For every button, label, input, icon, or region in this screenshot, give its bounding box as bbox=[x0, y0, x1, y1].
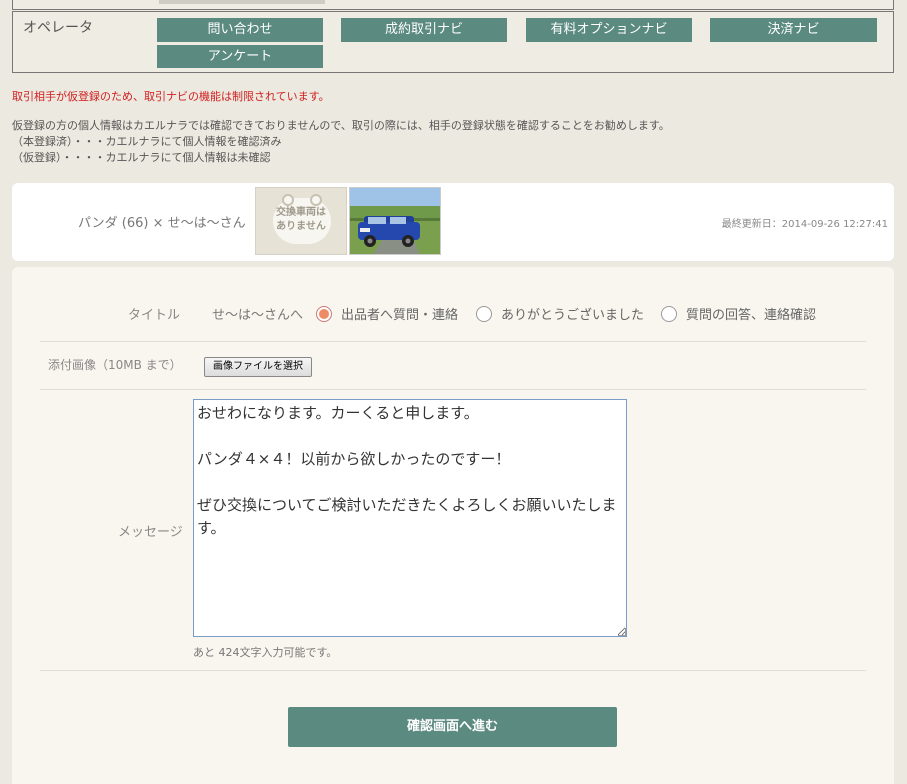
trade-title: パンダ (66) × せ〜は〜さん bbox=[78, 216, 246, 231]
placeholder-eye-right bbox=[310, 194, 322, 206]
textarea-resize-handle[interactable] bbox=[618, 628, 626, 636]
trade-header-card: パンダ (66) × せ〜は〜さん 交換車両は ありません 最終更新日：2014… bbox=[12, 183, 894, 261]
restriction-warning: 取引相手が仮登録のため、取引ナビの機能は制限されています。 bbox=[12, 90, 330, 103]
previous-section-border bbox=[12, 0, 894, 10]
no-image-text: 交換車両は ありません bbox=[276, 207, 326, 232]
divider bbox=[40, 341, 866, 342]
radio-label-question[interactable]: 出品者へ質問・連絡 bbox=[341, 304, 458, 323]
radio-answer-confirm[interactable] bbox=[661, 306, 677, 322]
message-label: メッセージ bbox=[118, 525, 183, 540]
car-photo-icon bbox=[350, 188, 440, 254]
inquiry-button[interactable]: 問い合わせ bbox=[157, 18, 323, 42]
divider bbox=[40, 389, 866, 390]
proceed-to-confirm-button[interactable]: 確認画面へ進む bbox=[288, 707, 617, 747]
attach-image-label: 添付画像（10MB まで） bbox=[48, 358, 182, 372]
payment-navi-button[interactable]: 決済ナビ bbox=[710, 18, 877, 42]
title-recipient: せ〜は〜さんへ bbox=[212, 308, 304, 323]
message-form: タイトル せ〜は〜さんへ 出品者へ質問・連絡 ありがとうございました 質問の回答… bbox=[12, 267, 894, 784]
paid-option-navi-button[interactable]: 有料オプションナビ bbox=[526, 18, 692, 42]
previous-section-stub bbox=[159, 0, 325, 4]
title-label: タイトル bbox=[128, 308, 181, 323]
notice-line: （仮登録）・・・・カエルナラにて個人情報は未確認 bbox=[12, 151, 271, 164]
radio-label-thanks[interactable]: ありがとうございました bbox=[501, 304, 644, 323]
placeholder-eye-left bbox=[282, 194, 294, 206]
notice-line: 仮登録の方の個人情報はカエルナラでは確認できておりませんので、取引の際には、相手… bbox=[12, 119, 670, 132]
last-updated: 最終更新日：2014-09-26 12:27:41 bbox=[721, 219, 888, 230]
remaining-characters: あと 424文字入力可能です。 bbox=[193, 646, 338, 659]
notice-line: （本登録済）・・・カエルナラにて個人情報を確認済み bbox=[12, 135, 282, 148]
choose-image-file-button[interactable]: 画像ファイルを選択 bbox=[204, 357, 312, 377]
message-textarea[interactable]: おせわになります。カーくると申します。 パンダ４×４！以前から欲しかったのですー… bbox=[193, 399, 627, 637]
no-exchange-vehicle-image: 交換車両は ありません bbox=[255, 187, 347, 255]
radio-label-answer[interactable]: 質問の回答、連絡確認 bbox=[686, 304, 816, 323]
closed-trade-navi-button[interactable]: 成約取引ナビ bbox=[341, 18, 507, 42]
survey-button[interactable]: アンケート bbox=[157, 45, 323, 68]
radio-question-to-seller[interactable] bbox=[316, 306, 332, 322]
operator-section: オペレータ 問い合わせ 成約取引ナビ 有料オプションナビ 決済ナビ アンケート bbox=[12, 11, 894, 73]
divider bbox=[40, 670, 866, 671]
car-photo-thumbnail[interactable] bbox=[349, 187, 441, 255]
registration-notice: 仮登録の方の個人情報はカエルナラでは確認できておりませんので、取引の際には、相手… bbox=[12, 118, 670, 166]
operator-label: オペレータ bbox=[23, 20, 93, 36]
radio-thank-you[interactable] bbox=[476, 306, 492, 322]
